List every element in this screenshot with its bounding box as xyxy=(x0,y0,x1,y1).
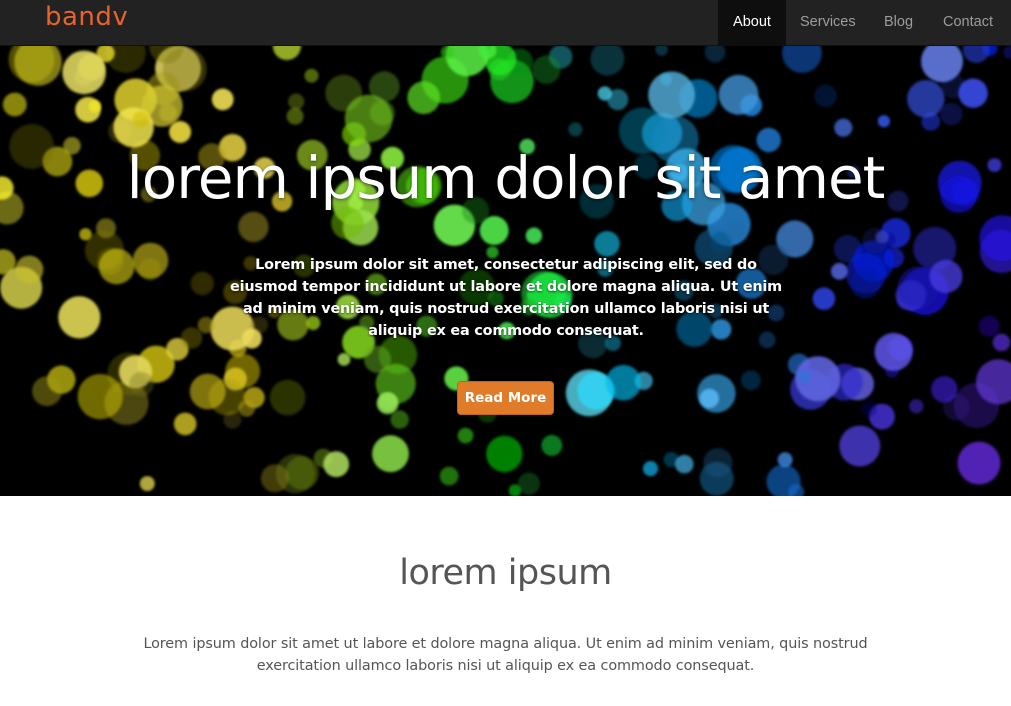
bokeh-circle xyxy=(98,248,135,285)
bokeh-circle xyxy=(238,400,256,417)
section-title: lorem ipsum xyxy=(399,553,612,593)
bokeh-circle xyxy=(390,410,409,429)
hero-description: Lorem ipsum dolor sit amet, consectetur … xyxy=(230,257,782,339)
bokeh-circle xyxy=(940,102,963,126)
bokeh-circle xyxy=(594,231,620,257)
bokeh-circle xyxy=(162,47,207,92)
bokeh-circle xyxy=(525,227,543,244)
main-nav: About Services Blog Contact xyxy=(718,0,1011,46)
bokeh-circle xyxy=(812,287,836,310)
bokeh-circle xyxy=(703,448,733,478)
bokeh-circle xyxy=(15,255,44,284)
bokeh-circle xyxy=(138,258,161,281)
bokeh-circle xyxy=(197,316,215,334)
bokeh-circle xyxy=(704,46,726,63)
hero-title: lorem ipsum dolor sit amet xyxy=(126,144,886,212)
bokeh-circle xyxy=(32,376,62,406)
bokeh-circle xyxy=(323,451,350,478)
bokeh-circle xyxy=(992,333,1011,352)
bokeh-circle xyxy=(648,71,695,119)
nav-item-services[interactable]: Services xyxy=(786,0,868,46)
nav-item-about[interactable]: About xyxy=(718,0,786,46)
bokeh-circle xyxy=(849,268,881,299)
bokeh-circle xyxy=(139,476,155,492)
bokeh-circle xyxy=(77,374,123,420)
bokeh-circle xyxy=(874,332,913,371)
bokeh-circle xyxy=(363,345,392,373)
bokeh-circle xyxy=(605,364,642,401)
bokeh-circle xyxy=(978,315,1000,337)
bokeh-circle xyxy=(190,271,214,296)
bokeh-circle xyxy=(344,94,393,143)
bokeh-circle xyxy=(62,50,106,95)
bokeh-circle xyxy=(129,372,154,397)
bokeh-circle xyxy=(861,401,877,417)
nav-item-blog[interactable]: Blog xyxy=(868,0,924,46)
nav-item-contact[interactable]: Contact xyxy=(924,0,1011,46)
bokeh-circle xyxy=(777,452,793,468)
bokeh-circle xyxy=(957,441,1001,485)
hero-banner: lorem ipsum dolor sit amet Lorem ipsum d… xyxy=(0,46,1011,496)
bokeh-circle xyxy=(782,46,822,73)
bokeh-circle xyxy=(642,461,659,477)
bokeh-circle xyxy=(407,81,441,115)
bokeh-circle xyxy=(541,434,563,456)
bokeh-circle xyxy=(814,84,837,108)
bokeh-circle xyxy=(590,46,625,76)
section-description: Lorem ipsum dolor sit amet ut labore et … xyxy=(143,636,868,674)
bokeh-circle xyxy=(655,46,668,56)
bokeh-circle xyxy=(958,78,988,108)
bokeh-circle xyxy=(909,399,924,414)
bokeh-circle xyxy=(238,211,269,243)
bokeh-circle xyxy=(58,296,101,339)
bokeh-circle xyxy=(79,228,92,241)
bokeh-circle xyxy=(272,46,301,61)
read-more-button[interactable]: Read More xyxy=(457,381,554,415)
bokeh-circle xyxy=(189,373,226,410)
bokeh-circle xyxy=(260,464,289,493)
bokeh-circle xyxy=(286,107,304,125)
bokeh-circle xyxy=(907,80,945,118)
bokeh-circle xyxy=(931,376,958,403)
bokeh-circle xyxy=(288,93,305,110)
bokeh-circle xyxy=(568,122,583,137)
bokeh-circle xyxy=(211,88,234,111)
bokeh-circle xyxy=(797,370,812,384)
bokeh-circle xyxy=(766,464,801,496)
brand-logo[interactable]: bandv xyxy=(45,2,128,32)
bokeh-circle xyxy=(376,392,399,415)
bokeh-circle xyxy=(88,100,102,113)
bokeh-circle xyxy=(440,46,454,59)
bokeh-circle xyxy=(862,227,888,254)
bokeh-circle xyxy=(169,121,192,143)
bokeh-circle xyxy=(839,425,881,467)
bokeh-circle xyxy=(517,472,541,495)
bokeh-circle xyxy=(337,353,351,366)
bokeh-circle xyxy=(725,221,746,242)
bokeh-circle xyxy=(372,435,409,473)
bokeh-circle xyxy=(304,68,319,83)
bokeh-circle xyxy=(877,115,891,128)
bokeh-circle xyxy=(132,111,149,128)
bokeh-circle xyxy=(486,435,523,473)
bokeh-circle xyxy=(962,46,990,63)
bokeh-circle xyxy=(675,454,694,474)
bokeh-circle xyxy=(180,327,203,349)
bokeh-circle xyxy=(439,466,459,486)
bokeh-circle xyxy=(834,118,853,137)
bokeh-circle xyxy=(457,427,474,444)
bokeh-circle xyxy=(1003,46,1011,59)
bokeh-circle xyxy=(532,55,561,84)
bokeh-circle xyxy=(269,379,306,416)
bokeh-circle xyxy=(699,388,719,409)
bokeh-circle xyxy=(225,353,261,389)
bokeh-circle xyxy=(597,86,612,101)
bokeh-circle xyxy=(830,262,848,280)
bokeh-circle xyxy=(929,259,963,293)
bokeh-circle xyxy=(718,74,759,115)
bokeh-circle xyxy=(2,92,27,117)
bokeh-circle xyxy=(173,412,197,436)
bokeh-circle xyxy=(740,370,761,391)
navbar: bandv About Services Blog Contact xyxy=(0,0,1011,46)
